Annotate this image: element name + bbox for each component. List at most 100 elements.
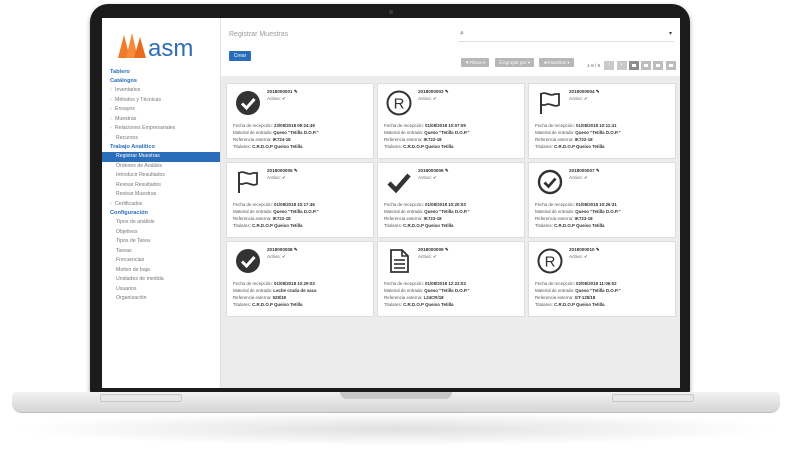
sidebar-item[interactable]: › Inventarios xyxy=(102,86,220,96)
edit-icon[interactable]: ✎ xyxy=(445,247,449,252)
list-view-icon[interactable] xyxy=(641,61,652,70)
sidebar-item[interactable]: Recursos xyxy=(102,134,220,144)
sample-card[interactable]: 2018000005 ✎ Activo: ✔ Fecha de recepción:… xyxy=(226,162,374,238)
edit-icon[interactable]: ✎ xyxy=(596,168,600,173)
edit-icon[interactable]: ✎ xyxy=(294,168,298,173)
sample-code: 2018000009 ✎ xyxy=(418,247,449,252)
edit-icon[interactable]: ✎ xyxy=(596,89,600,94)
laptop-hinge-left xyxy=(100,394,182,402)
pager-previous-button[interactable]: ‹ xyxy=(604,61,615,70)
status-active: Activo: ✔ xyxy=(418,254,437,259)
edit-icon[interactable]: ✎ xyxy=(596,247,600,252)
sidebar-item[interactable]: Objetivos xyxy=(102,228,220,238)
sidebar-item[interactable]: Tipos de Tarea xyxy=(102,237,220,247)
favorites-button[interactable]: ★Favoritos ▾ xyxy=(539,58,574,67)
sidebar-item-label: Revisar Resultados xyxy=(116,181,161,188)
edit-icon[interactable]: ✎ xyxy=(445,89,449,94)
registered-icon: R xyxy=(386,90,412,116)
pager: 1-9 / 9 ‹ › xyxy=(587,61,677,71)
sidebar-item-label: Usuarios xyxy=(116,285,137,292)
sidebar-item[interactable]: Tareas xyxy=(102,247,220,257)
sidebar-item[interactable]: › Relaciones Empresariales xyxy=(102,124,220,134)
search-dropdown-icon[interactable]: ▾ xyxy=(669,30,672,37)
calendar-view-icon[interactable] xyxy=(653,61,664,70)
sidebar-item[interactable]: › Certificados xyxy=(102,200,220,210)
flag-icon xyxy=(537,90,563,116)
status-active: Activo: ✔ xyxy=(418,96,437,101)
sidebar-item-label: Ensayos xyxy=(115,106,135,112)
sidebar-item-label: Objetivos xyxy=(116,228,138,235)
sidebar-item[interactable]: › Métodos y Técnicas xyxy=(102,96,220,106)
sidebar-item[interactable]: Organización xyxy=(102,294,220,304)
sample-code: 2018000008 ✎ xyxy=(267,247,298,252)
sidebar-item-label: Métodos y Técnicas xyxy=(115,96,162,103)
sidebar-item[interactable]: Frecuencias xyxy=(102,256,220,266)
sample-card[interactable]: R 2018000010 ✎ Activo: ✔ Fecha de recepción… xyxy=(528,241,676,317)
document-icon xyxy=(386,248,412,274)
filters-button[interactable]: ▼Filtros ▾ xyxy=(461,58,490,67)
laptop-notch xyxy=(340,392,452,399)
sidebar-section-title[interactable]: Trabajo Analítico xyxy=(102,143,220,152)
sidebar-item[interactable]: › Ensayos xyxy=(102,105,220,115)
sample-card[interactable]: R 2018000002 ✎ Activo: ✔ Fecha de recepción… xyxy=(377,83,525,159)
sample-code: 2018000004 ✎ xyxy=(569,89,600,94)
sidebar-item-label: Inventarios xyxy=(115,87,141,93)
edit-icon[interactable]: ✎ xyxy=(445,168,449,173)
sidebar-item[interactable]: Motivo de baja xyxy=(102,266,220,276)
search-options: ▼Filtros ▾ ☰Agrupar por ▾ ★Favoritos ▾ xyxy=(461,51,575,67)
sample-card[interactable]: 2018000006 ✎ Activo: ✔ Fecha de recepción:… xyxy=(377,162,525,238)
sidebar-item[interactable]: Órdenes de Análisis xyxy=(102,162,220,172)
search-input[interactable]: ⌕ ▾ xyxy=(458,30,674,42)
create-button[interactable]: Crear xyxy=(229,51,251,61)
check-circle-icon xyxy=(235,90,261,116)
sample-card[interactable]: 2018000008 ✎ Activo: ✔ Fecha de recepción:… xyxy=(226,241,374,317)
sidebar-item[interactable]: Revisar Muestras xyxy=(102,190,220,200)
sidebar-item[interactable]: Usuarios xyxy=(102,285,220,295)
sample-code: 2018000007 ✎ xyxy=(569,168,600,173)
graph-view-icon[interactable] xyxy=(665,61,676,70)
check-circle-outline-icon xyxy=(537,169,563,195)
sidebar-nav: Tablero Catálogos › Inventarios › Métodos y T… xyxy=(102,68,220,304)
sample-details: Fecha de recepción: 01/08/2018 10:20:03 M… xyxy=(384,202,470,228)
sidebar-item-label: Organización xyxy=(116,295,147,301)
sidebar-section-title[interactable]: Tablero xyxy=(102,68,220,77)
sample-card[interactable]: 2018000009 ✎ Activo: ✔ Fecha de recepción:… xyxy=(377,241,525,317)
sidebar-item-label: Revisar Muestras xyxy=(116,191,157,197)
sidebar-item-label: Registrar Muestras xyxy=(116,153,160,159)
checkmark-icon xyxy=(386,169,412,195)
status-active: Activo: ✔ xyxy=(418,175,437,180)
sidebar-item[interactable]: Revisar Resultados xyxy=(102,181,220,191)
sample-details: Fecha de recepción: 01/08/2018 10:11:41 M… xyxy=(535,123,621,149)
sample-code: 2018000010 ✎ xyxy=(569,247,600,252)
kanban-view-icon[interactable] xyxy=(628,61,639,70)
pager-next-button[interactable]: › xyxy=(616,61,627,70)
sample-details: Fecha de recepción: 01/08/2018 12:22:03 M… xyxy=(384,281,470,307)
pager-counter[interactable]: 1-9 / 9 xyxy=(587,63,600,68)
sample-card[interactable]: 2018000004 ✎ Activo: ✔ Fecha de recepción:… xyxy=(528,83,676,159)
sample-card[interactable]: 2018000007 ✎ Activo: ✔ Fecha de recepción:… xyxy=(528,162,676,238)
edit-icon[interactable]: ✎ xyxy=(294,247,298,252)
brand-text: asm xyxy=(148,35,193,62)
sidebar-item-label: Frecuencias xyxy=(116,257,145,263)
sidebar: asm Tablero Catálogos › Inventarios › Métodos… xyxy=(102,18,221,388)
edit-icon[interactable]: ✎ xyxy=(294,89,298,94)
group-by-button[interactable]: ☰Agrupar por ▾ xyxy=(494,58,534,67)
sidebar-item[interactable]: Unidades de medida xyxy=(102,275,220,285)
sample-details: Fecha de recepción: 01/08/2018 10:07:09 M… xyxy=(384,123,470,149)
sidebar-item[interactable]: Tipos de análisis xyxy=(102,218,220,228)
sidebar-item-label: Tareas xyxy=(116,247,132,254)
sidebar-section-title[interactable]: Configuración xyxy=(102,209,220,218)
sidebar-item[interactable]: Registrar Muestras xyxy=(102,152,220,162)
sidebar-section-title[interactable]: Catálogos xyxy=(102,77,220,86)
asm-logo[interactable]: asm xyxy=(114,28,214,64)
sample-card[interactable]: 2018000001 ✎ Activo: ✔ Fecha de recepción:… xyxy=(226,83,374,159)
sample-code: 2018000006 ✎ xyxy=(418,168,449,173)
status-active: Activo: ✔ xyxy=(569,96,588,101)
sidebar-item-label: Muestras xyxy=(115,115,137,122)
sidebar-item[interactable]: › Muestras xyxy=(102,115,220,125)
control-panel: Registrar Muestras ⌕ ▾ Crear ▼Filtros ▾ … xyxy=(221,18,680,76)
sidebar-item-label: Introducir Resultados xyxy=(116,172,166,178)
sidebar-item[interactable]: Introducir Resultados xyxy=(102,171,220,181)
sample-details: Fecha de recepción: 02/08/2018 11:06:02 M… xyxy=(535,281,621,307)
laptop-screen: asm Tablero Catálogos › Inventarios › Métodos… xyxy=(102,18,680,388)
